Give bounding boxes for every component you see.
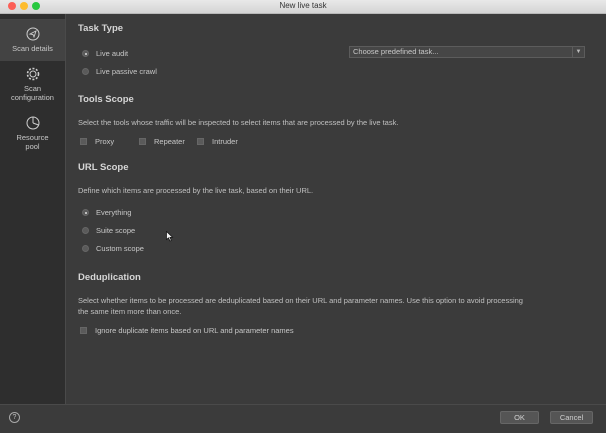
tools-scope-description: Select the tools whose traffic will be i… <box>78 118 399 127</box>
checkbox-label: Repeater <box>154 137 185 146</box>
radio-label: Live passive crawl <box>96 67 157 76</box>
sidebar-item-resource-pool[interactable]: Resource pool <box>0 116 65 156</box>
url-scope-description: Define which items are processed by the … <box>78 186 314 195</box>
mouse-pointer-icon <box>166 231 174 242</box>
gear-icon <box>26 67 39 81</box>
radio-label: Live audit <box>96 49 129 58</box>
checkbox-intruder[interactable]: Intruder <box>197 137 238 146</box>
sidebar-item-label: Scan configuration <box>11 84 54 102</box>
checkbox-label: Ignore duplicate items based on URL and … <box>95 326 294 335</box>
checkbox[interactable] <box>80 327 87 334</box>
checkbox[interactable] <box>139 138 146 145</box>
chevron-down-icon[interactable]: ▼ <box>572 47 584 57</box>
checkbox-repeater[interactable]: Repeater <box>139 137 185 146</box>
cancel-button[interactable]: Cancel <box>550 411 593 424</box>
radio-button[interactable] <box>82 245 89 252</box>
checkbox-label: Proxy <box>95 137 115 146</box>
navigation-arrow-icon <box>26 27 39 41</box>
select-value: Choose predefined task... <box>353 47 439 56</box>
task-type-heading: Task Type <box>78 23 124 34</box>
radio-custom-scope[interactable]: Custom scope <box>82 244 144 253</box>
pie-chart-icon <box>26 116 39 130</box>
deduplication-description-line2: the same item more than once. <box>78 307 182 316</box>
checkbox-label: Intruder <box>212 137 238 146</box>
radio-everything[interactable]: Everything <box>82 208 131 217</box>
help-icon[interactable]: ? <box>9 412 20 423</box>
radio-label: Custom scope <box>96 244 144 253</box>
checkbox[interactable] <box>80 138 87 145</box>
deduplication-heading: Deduplication <box>78 272 141 283</box>
radio-live-passive-crawl[interactable]: Live passive crawl <box>82 67 157 76</box>
sidebar-item-label: Resource pool <box>16 133 49 151</box>
main-content: Task Type Live audit Live passive crawl … <box>66 14 606 404</box>
radio-button[interactable] <box>82 68 89 75</box>
tools-scope-heading: Tools Scope <box>78 94 134 105</box>
ok-button[interactable]: OK <box>500 411 539 424</box>
window-title: New live task <box>279 1 327 10</box>
radio-suite-scope[interactable]: Suite scope <box>82 226 135 235</box>
radio-button[interactable] <box>82 50 89 57</box>
radio-button[interactable] <box>82 227 89 234</box>
sidebar: Scan details Scan configuration Resource… <box>0 14 66 404</box>
sidebar-item-scan-configuration[interactable]: Scan configuration <box>0 67 65 107</box>
dialog-footer: ? OK Cancel <box>0 404 606 433</box>
checkbox-proxy[interactable]: Proxy <box>80 137 114 146</box>
checkbox[interactable] <box>197 138 204 145</box>
radio-label: Everything <box>96 208 132 217</box>
deduplication-description-line1: Select whether items to be processed are… <box>78 296 523 305</box>
radio-label: Suite scope <box>96 226 136 235</box>
title-bar: New live task <box>0 0 606 14</box>
radio-button[interactable] <box>82 209 89 216</box>
sidebar-item-label: Scan details <box>12 44 53 53</box>
sidebar-item-scan-details[interactable]: Scan details <box>0 19 65 61</box>
predefined-task-select[interactable]: Choose predefined task... ▼ <box>349 46 585 58</box>
radio-live-audit[interactable]: Live audit <box>82 49 128 58</box>
checkbox-ignore-duplicates[interactable]: Ignore duplicate items based on URL and … <box>80 326 294 335</box>
url-scope-heading: URL Scope <box>78 162 129 173</box>
